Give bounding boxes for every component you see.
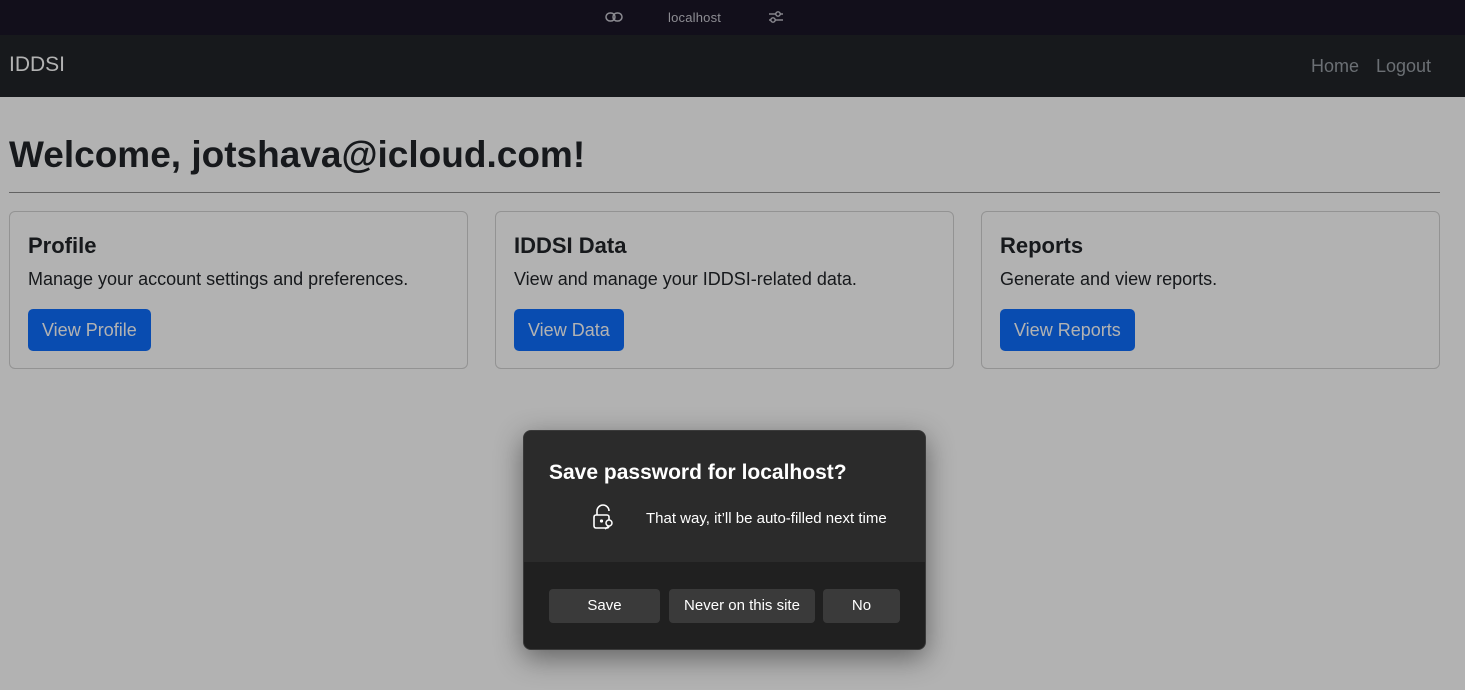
save-button[interactable]: Save: [549, 589, 660, 623]
no-button[interactable]: No: [823, 589, 900, 623]
dialog-message: That way, it’ll be auto-filled next time: [646, 510, 887, 527]
page: localhost IDDSI Home Logout Welcome, jot…: [0, 0, 1465, 690]
lock-key-icon: [593, 504, 613, 530]
save-password-dialog: Save password for localhost? That way, i…: [523, 430, 926, 650]
dialog-header: [524, 431, 925, 562]
never-on-this-site-button[interactable]: Never on this site: [669, 589, 815, 623]
dialog-title: Save password for localhost?: [549, 461, 847, 484]
